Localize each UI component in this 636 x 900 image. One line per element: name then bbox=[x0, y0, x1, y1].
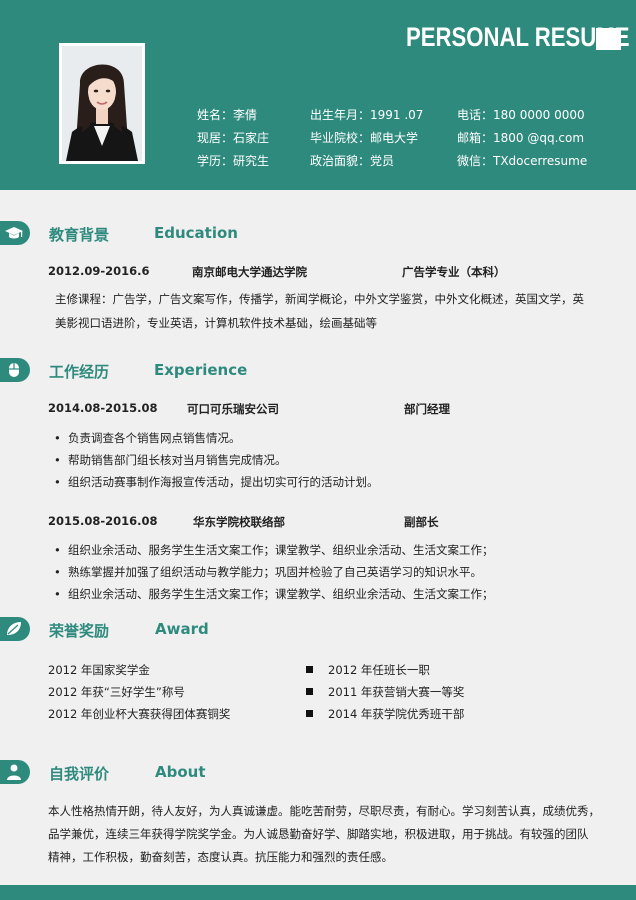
bullet-dot: • bbox=[54, 565, 61, 579]
experience-title-cn: 工作经历 bbox=[49, 363, 110, 381]
award-left-item: 2012 年获“三好学生”称号 bbox=[48, 685, 185, 699]
person-avatar-icon bbox=[62, 46, 142, 161]
award-tab bbox=[0, 617, 30, 641]
job2-date: 2015.08-2016.08 bbox=[48, 514, 158, 528]
profile-photo bbox=[59, 43, 145, 164]
education-courses-line2: 美影视口语进阶，专业英语，计算机软件技术基础，绘画基础等 bbox=[55, 316, 377, 330]
bullet-dot: • bbox=[54, 475, 61, 489]
award-title-en: Award bbox=[155, 620, 209, 638]
award-title-cn: 荣誉奖励 bbox=[49, 622, 110, 640]
education-tab bbox=[0, 221, 30, 245]
info-politics: 政治面貌：党员 bbox=[310, 154, 395, 168]
job1-item-text: 组织活动赛事制作海报宣传活动，提出切实可行的活动计划。 bbox=[68, 475, 379, 489]
info-birth: 出生年月：1991 .07 bbox=[310, 108, 424, 122]
info-degree: 学历：研究生 bbox=[197, 154, 270, 168]
job1-item: • 组织活动赛事制作海报宣传活动，提出切实可行的活动计划。 bbox=[54, 474, 379, 490]
info-school: 毕业院校：邮电大学 bbox=[310, 131, 419, 145]
person-icon bbox=[7, 764, 21, 780]
job2-item: • 组织业余活动、服务学生生活文案工作；课堂教学、组织业余活动、生活文案工作； bbox=[54, 542, 494, 558]
info-residence: 现居：石家庄 bbox=[197, 131, 270, 145]
bullet-dot: • bbox=[54, 453, 61, 467]
job2-item-text: 熟练掌握并加强了组织活动与教学能力；巩固并检验了自己英语学习的知识水平。 bbox=[68, 565, 482, 579]
award-right-item: 2011 年获营销大赛一等奖 bbox=[328, 685, 465, 699]
job2-item-text: 组织业余活动、服务学生生活文案工作；课堂教学、组织业余活动、生活文案工作； bbox=[68, 543, 494, 557]
bullet-dot: • bbox=[54, 543, 61, 557]
job2-company: 华东学院校联络部 bbox=[193, 515, 285, 529]
job1-item-text: 帮助销售部门组长核对当月销售完成情况。 bbox=[68, 453, 287, 467]
experience-title-en: Experience bbox=[154, 361, 248, 379]
leaf-icon bbox=[7, 622, 21, 635]
about-tab bbox=[0, 760, 30, 784]
award-left-item: 2012 年创业杯大赛获得团体赛铜奖 bbox=[48, 707, 231, 721]
education-courses-line1: 主修课程：广告学，广告文案写作，传播学，新闻学概论，中外文学鉴赏，中外文化概述，… bbox=[55, 292, 584, 306]
job1-item: • 帮助销售部门组长核对当月销售完成情况。 bbox=[54, 452, 287, 468]
job1-item: • 负责调查各个销售网点销售情况。 bbox=[54, 430, 241, 446]
job2-item: • 熟练掌握并加强了组织活动与教学能力；巩固并检验了自己英语学习的知识水平。 bbox=[54, 564, 482, 580]
job1-role: 部门经理 bbox=[404, 402, 450, 416]
job1-company: 可口可乐瑞安公司 bbox=[187, 402, 279, 416]
mouse-icon bbox=[9, 363, 19, 377]
award-right-item: 2014 年获学院优秀班干部 bbox=[328, 707, 465, 721]
info-email: 邮箱：1800 @qq.com bbox=[457, 131, 585, 145]
resume-header: PERSONAL RESUME 姓名：李倩 现居：石家庄 学历：研究生 出生年月… bbox=[0, 0, 636, 190]
info-wechat: 微信：TXdocerresume bbox=[457, 154, 588, 168]
job1-date: 2014.08-2015.08 bbox=[48, 401, 158, 415]
info-name: 姓名：李倩 bbox=[197, 108, 258, 122]
about-line: 精神，工作积极，勤奋刻苦，态度认真。抗压能力和强烈的责任感。 bbox=[48, 850, 393, 864]
education-school: 南京邮电大学通达学院 bbox=[192, 265, 307, 279]
square-bullet-icon bbox=[306, 666, 313, 673]
graduation-cap-icon bbox=[5, 227, 23, 239]
bullet-dot: • bbox=[54, 587, 61, 601]
info-phone: 电话：180 0000 0000 bbox=[457, 108, 585, 122]
education-date: 2012.09-2016.6 bbox=[48, 264, 150, 278]
title-accent-block bbox=[596, 28, 621, 50]
footer-bar bbox=[0, 885, 636, 900]
education-major: 广告学专业（本科） bbox=[402, 265, 506, 279]
award-left-item: 2012 年国家奖学金 bbox=[48, 663, 150, 677]
experience-tab bbox=[0, 358, 30, 382]
about-line: 本人性格热情开朗，待人友好，为人真诚谦虚。能吃苦耐劳，尽职尽责，有耐心。学习刻苦… bbox=[48, 804, 600, 818]
job2-item-text: 组织业余活动、服务学生生活文案工作；课堂教学、组织业余活动、生活文案工作； bbox=[68, 587, 494, 601]
square-bullet-icon bbox=[306, 688, 313, 695]
job1-item-text: 负责调查各个销售网点销售情况。 bbox=[68, 431, 241, 445]
about-title-cn: 自我评价 bbox=[49, 765, 110, 783]
job2-role: 副部长 bbox=[404, 515, 439, 529]
about-line: 品学兼优，连续三年获得学院奖学金。为人诚恳勤奋好学、脚踏实地，积极进取，用于挑战… bbox=[48, 827, 589, 841]
education-title-en: Education bbox=[154, 224, 238, 242]
award-right-item: 2012 年任班长一职 bbox=[328, 663, 430, 677]
education-title-cn: 教育背景 bbox=[49, 226, 110, 244]
square-bullet-icon bbox=[306, 710, 313, 717]
about-title-en: About bbox=[155, 763, 206, 781]
bullet-dot: • bbox=[54, 431, 61, 445]
job2-item: • 组织业余活动、服务学生生活文案工作；课堂教学、组织业余活动、生活文案工作； bbox=[54, 586, 494, 602]
